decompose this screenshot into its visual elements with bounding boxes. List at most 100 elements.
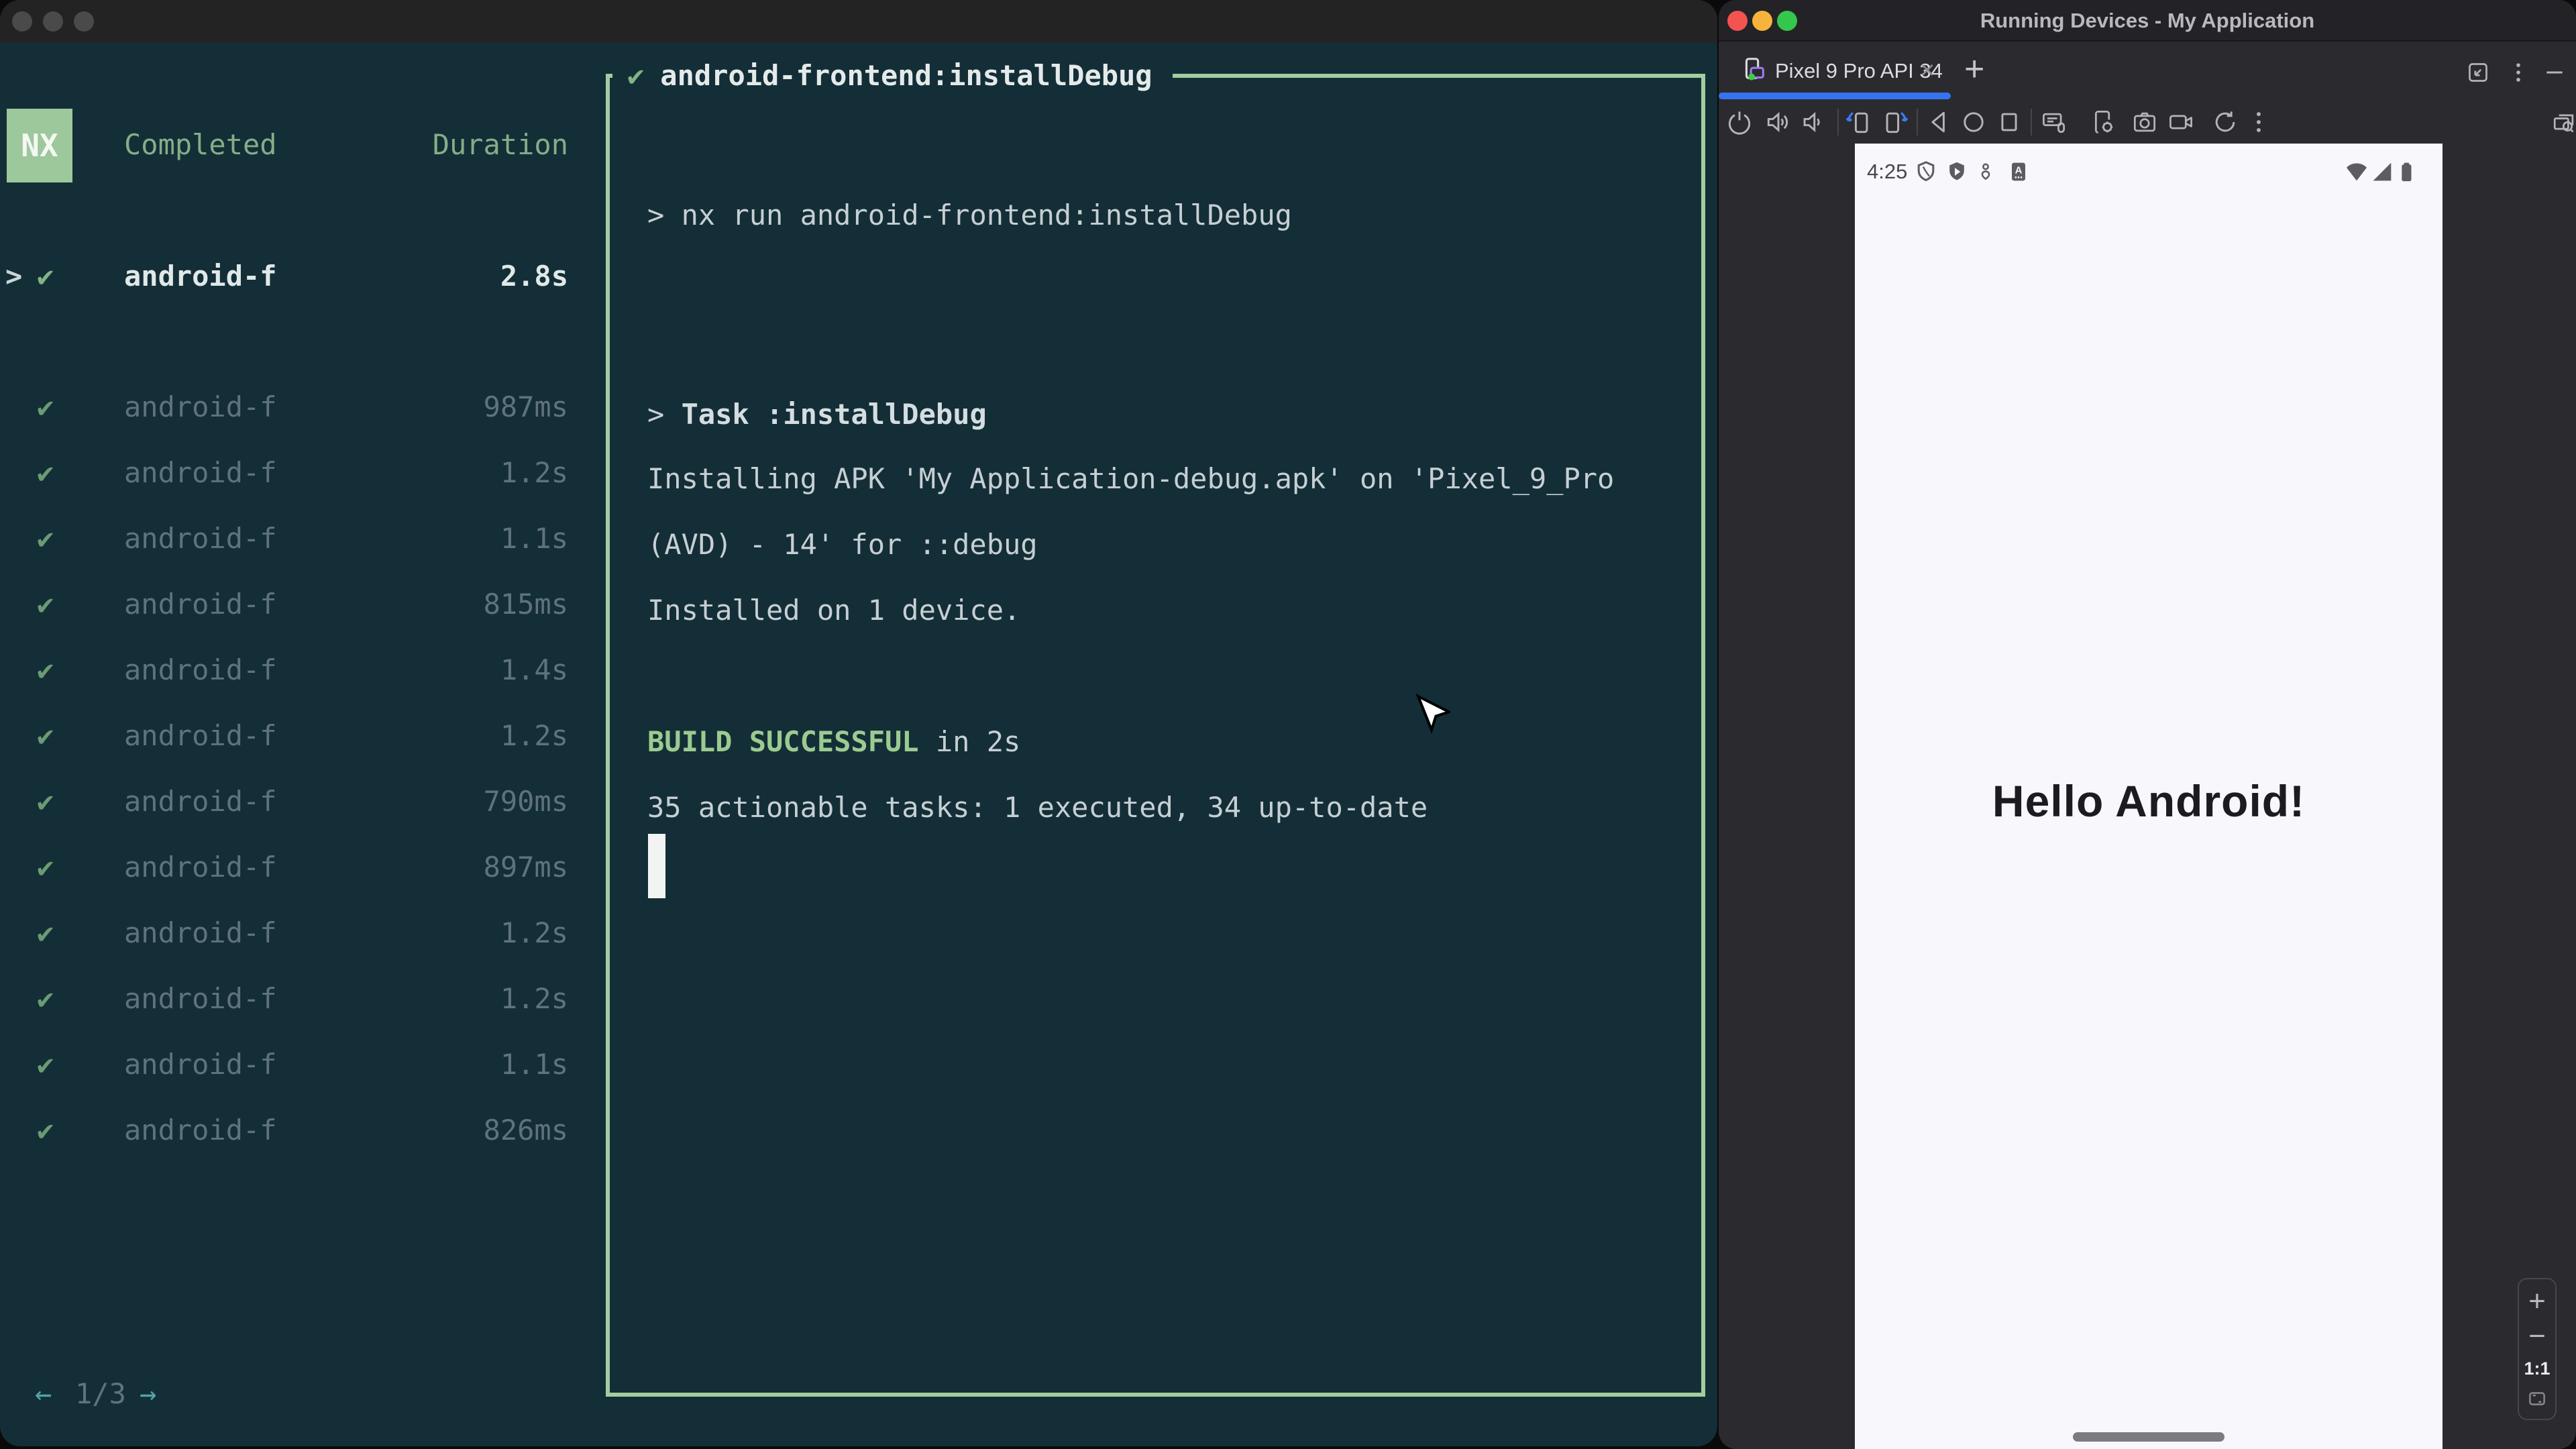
task-name: android-f: [124, 260, 277, 292]
task-duration: 987ms: [483, 390, 568, 423]
tab-pixel-9-pro[interactable]: Pixel 9 Pro API 34: [1775, 42, 1943, 101]
play-protect-icon: [1943, 158, 1970, 185]
task-duration: 815ms: [483, 588, 568, 621]
device-tabbar: Pixel 9 Pro API 34 × +: [1719, 42, 2576, 101]
completed-column-header: Completed: [124, 128, 277, 161]
task-row[interactable]: ✔ android-f 826ms: [0, 1113, 584, 1148]
task-name: android-f: [124, 1114, 277, 1146]
close-tab-icon[interactable]: ×: [1920, 42, 1935, 101]
log-line: Installing APK 'My Application-debug.apk…: [647, 462, 1615, 495]
check-icon: ✔: [37, 785, 54, 818]
check-icon: ✔: [37, 522, 54, 555]
task-output-panel: ✔ android-frontend:installDebug > nx run …: [606, 58, 1705, 1397]
toolbar-separator: [2031, 109, 2032, 136]
rotate-left-icon[interactable]: [1844, 107, 1874, 137]
fit-to-window-icon[interactable]: [2526, 1387, 2548, 1410]
status-time: 4:25: [1867, 160, 1908, 183]
check-icon: ✔: [37, 1048, 54, 1081]
power-icon[interactable]: [1725, 107, 1754, 137]
actual-size-button[interactable]: 1:1: [2524, 1358, 2550, 1379]
shield-icon: [1913, 158, 1939, 185]
task-row-selected[interactable]: > ✔ android-f 2.8s: [0, 259, 584, 294]
check-icon: ✔: [627, 59, 645, 92]
task-name: android-f: [124, 785, 277, 818]
task-duration: 826ms: [483, 1114, 568, 1146]
toolbar-separator: [1917, 109, 1918, 136]
check-icon: ✔: [37, 916, 54, 949]
task-duration: 1.2s: [500, 916, 568, 949]
rotate-right-icon[interactable]: [1880, 107, 1910, 137]
task-row[interactable]: ✔ android-f 987ms: [0, 390, 584, 425]
check-icon: ✔: [37, 260, 54, 292]
zoom-out-button[interactable]: −: [2528, 1322, 2546, 1351]
output-title: android-frontend:installDebug: [660, 59, 1152, 92]
volume-down-icon[interactable]: [1798, 107, 1827, 137]
check-icon: ✔: [37, 653, 54, 686]
close-window-icon[interactable]: [12, 11, 32, 32]
check-icon: ✔: [37, 851, 54, 883]
zoom-window-icon[interactable]: [74, 11, 94, 32]
home-icon[interactable]: [1959, 107, 1988, 137]
new-tab-icon[interactable]: +: [1964, 42, 1984, 101]
task-row[interactable]: ✔ android-f 1.1s: [0, 521, 584, 556]
window-title: Running Devices - My Application: [1980, 9, 2315, 32]
overview-icon[interactable]: [1994, 107, 2024, 137]
check-icon: ✔: [37, 456, 54, 489]
zoom-controls: + − 1:1: [2518, 1278, 2557, 1420]
terminal-text-cursor: [648, 834, 665, 898]
active-tab-indicator: [1719, 93, 1951, 99]
mouse-cursor-icon: [1413, 694, 1450, 739]
hello-android-text: Hello Android!: [1992, 776, 2306, 826]
home-indicator-bar[interactable]: [2073, 1432, 2224, 1442]
back-icon[interactable]: [1925, 107, 1954, 137]
more-icon[interactable]: [2244, 107, 2273, 137]
task-row[interactable]: ✔ android-f 1.2s: [0, 718, 584, 753]
task-row[interactable]: ✔ android-f 897ms: [0, 850, 584, 885]
task-row[interactable]: ✔ android-f 1.2s: [0, 981, 584, 1016]
check-icon: ✔: [37, 588, 54, 621]
task-duration: 1.1s: [500, 1048, 568, 1081]
task-duration: 1.2s: [500, 982, 568, 1015]
hide-icon[interactable]: [2541, 59, 2568, 86]
more-options-icon[interactable]: [2505, 59, 2532, 86]
device-settings-icon[interactable]: [2088, 107, 2118, 137]
next-page-arrow-icon[interactable]: →: [140, 1377, 156, 1411]
emulator-screen[interactable]: 4:25 A Hello Android!: [1855, 144, 2443, 1449]
profile-icon: [1974, 161, 1997, 184]
emulator-device-icon: [1737, 55, 1768, 86]
desktop: NX Completed Duration > ✔ android-f 2.8s…: [0, 0, 2576, 1449]
task-row[interactable]: ✔ android-f 1.1s: [0, 1047, 584, 1082]
running-devices-window: Running Devices - My Application Pixel 9…: [1719, 0, 2576, 1449]
task-name: android-f: [124, 916, 277, 949]
check-icon: ✔: [37, 1114, 54, 1146]
task-name: android-f: [124, 851, 277, 883]
task-duration: 1.1s: [500, 522, 568, 555]
task-name: android-f: [124, 653, 277, 686]
toolbar-separator: [1837, 109, 1839, 136]
build-result-line: BUILD SUCCESSFUL in 2s: [647, 725, 1021, 758]
zoom-in-button[interactable]: +: [2528, 1286, 2546, 1316]
embed-window-icon[interactable]: [2465, 59, 2491, 86]
build-status: BUILD SUCCESSFUL: [647, 725, 919, 758]
output-header: ✔ android-frontend:installDebug: [612, 58, 1173, 94]
screen-record-icon[interactable]: [2166, 107, 2196, 137]
log-line: Installed on 1 device.: [647, 594, 1021, 627]
snippets-icon[interactable]: [2039, 107, 2069, 137]
task-row[interactable]: ✔ android-f 1.2s: [0, 455, 584, 490]
task-name: android-f: [124, 1048, 277, 1081]
task-row[interactable]: ✔ android-f 815ms: [0, 587, 584, 622]
api-badge-icon: A: [2005, 158, 2032, 185]
task-row[interactable]: ✔ android-f 1.4s: [0, 653, 584, 688]
terminal-titlebar[interactable]: [0, 0, 1717, 43]
screenshot-icon[interactable]: [2130, 107, 2159, 137]
layout-inspector-icon[interactable]: [2549, 107, 2576, 137]
task-row[interactable]: ✔ android-f 1.2s: [0, 916, 584, 951]
minimize-window-icon[interactable]: [43, 11, 63, 32]
volume-up-icon[interactable]: [1764, 107, 1793, 137]
task-row[interactable]: ✔ android-f 790ms: [0, 784, 584, 819]
prev-page-arrow-icon[interactable]: ←: [35, 1377, 52, 1411]
expand-chevron-icon: >: [5, 260, 23, 292]
task-duration: 1.4s: [500, 653, 568, 686]
restart-icon[interactable]: [2210, 107, 2240, 137]
studio-titlebar[interactable]: Running Devices - My Application: [1719, 0, 2576, 42]
